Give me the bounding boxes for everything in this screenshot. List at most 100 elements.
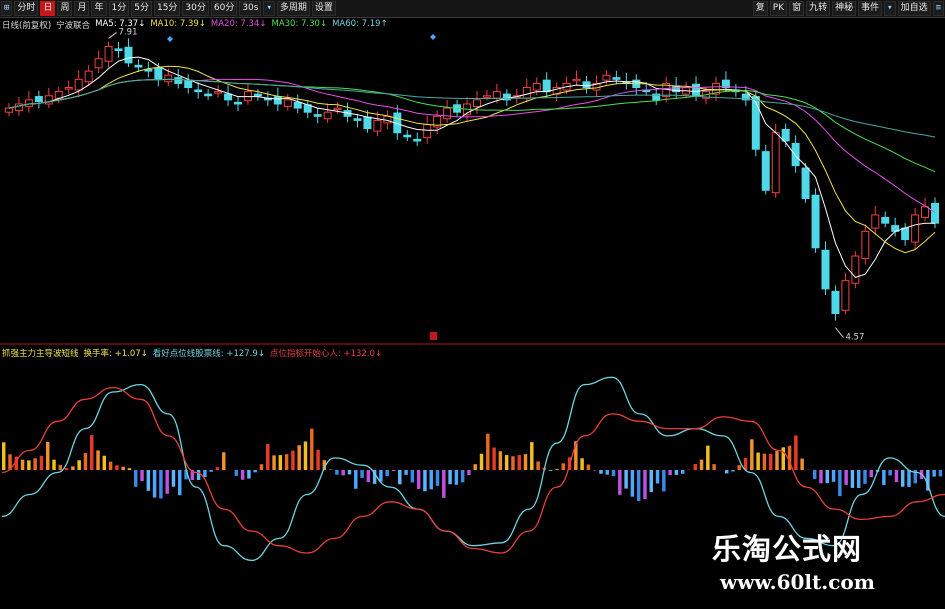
histogram-bar xyxy=(630,470,635,497)
histogram-bar xyxy=(467,470,471,476)
fu-button[interactable]: 复 xyxy=(752,1,768,16)
histogram-bar xyxy=(115,465,119,470)
1m-button[interactable]: 1分 xyxy=(108,1,130,16)
histogram-bar xyxy=(693,463,697,470)
histogram-bar xyxy=(643,470,647,500)
histogram-bar xyxy=(171,470,176,487)
histogram-bar xyxy=(624,470,628,489)
histogram-bar xyxy=(178,470,182,496)
candle-body xyxy=(492,91,501,99)
30m-button[interactable]: 30分 xyxy=(182,1,209,16)
histogram-bar xyxy=(794,435,798,470)
candle-body xyxy=(313,114,322,117)
candle-body xyxy=(751,96,760,150)
histogram-bar xyxy=(536,461,540,470)
histogram-bar xyxy=(882,470,886,486)
histogram-bar xyxy=(379,470,383,482)
candle-body xyxy=(841,280,850,311)
histogram-bar xyxy=(240,470,245,480)
more-button[interactable]: ≡ xyxy=(932,1,944,16)
ma60-line xyxy=(8,78,936,138)
fenshi-button[interactable]: 分时 xyxy=(14,1,39,16)
histogram-bar xyxy=(429,470,433,490)
pk-button[interactable]: PK xyxy=(769,1,788,16)
histogram-bar xyxy=(655,470,660,484)
candle-body xyxy=(901,227,910,241)
histogram-bar xyxy=(310,428,314,470)
candle-body xyxy=(791,142,800,167)
candle-body xyxy=(34,96,43,103)
candle-body xyxy=(363,116,372,130)
candle-body xyxy=(811,194,820,249)
histogram-bar xyxy=(530,442,534,470)
candle-body xyxy=(283,99,292,107)
year-button[interactable]: 年 xyxy=(91,1,107,16)
lock-button[interactable]: 窗 xyxy=(789,1,805,16)
60m-button[interactable]: 60分 xyxy=(210,1,238,16)
histogram-bar xyxy=(303,441,308,470)
histogram-bar xyxy=(27,460,31,470)
histogram-bar xyxy=(423,470,427,492)
day-button[interactable]: 日 xyxy=(40,1,56,16)
low-price-label: 4.57 xyxy=(845,333,864,343)
histogram-bar xyxy=(52,459,56,470)
histogram-bar xyxy=(90,435,94,470)
histogram-bar xyxy=(454,470,459,485)
candlestick-chart[interactable]: 7.91 4.57 xyxy=(0,18,945,345)
histogram-bar xyxy=(580,458,584,470)
candle-body xyxy=(911,214,920,243)
histogram-bar xyxy=(706,445,710,470)
trading-window: ⊞ 分时日周月年 1分 5分 15分 30分 60分 30s ▾ 多周期 设置 复 PK 窗九转 神秘 事件… xyxy=(0,0,945,609)
histogram-bar xyxy=(20,459,25,470)
histogram-bar xyxy=(548,470,553,471)
15m-button[interactable]: 15分 xyxy=(153,1,181,16)
candle-body xyxy=(104,45,113,62)
settings-button[interactable]: 设置 xyxy=(311,1,336,16)
shenbo-button[interactable]: 神秘 xyxy=(832,1,857,16)
histogram-bar xyxy=(266,443,270,470)
candle-body xyxy=(154,67,163,80)
histogram-bar xyxy=(385,470,389,477)
nine-button[interactable]: 九转 xyxy=(806,1,831,16)
multi-button[interactable]: 多周期 xyxy=(276,1,310,16)
candle-body xyxy=(323,111,332,120)
histogram-bar xyxy=(674,470,679,475)
histogram-bar xyxy=(196,470,201,481)
histogram-bar xyxy=(39,455,44,470)
dropdown-button[interactable]: ▾ xyxy=(263,1,275,16)
histogram-bar xyxy=(586,464,591,470)
week-button[interactable]: 周 xyxy=(57,1,73,16)
candle-body xyxy=(114,48,123,52)
histogram-bar xyxy=(391,470,396,472)
histogram-bar xyxy=(699,459,704,470)
histogram-bar xyxy=(404,470,408,475)
candle-body xyxy=(861,230,870,259)
histogram-bar xyxy=(64,468,69,470)
30s-button[interactable]: 30s xyxy=(239,1,262,16)
5m-button[interactable]: 5分 xyxy=(131,1,152,16)
tool-buttons: 复 PK 窗九转 神秘 事件 ▾ 加自选 ≡ xyxy=(752,0,945,17)
histogram-bar xyxy=(203,470,207,478)
histogram-bar xyxy=(618,470,622,495)
histogram-bar xyxy=(360,470,364,478)
histogram-bar xyxy=(247,470,251,479)
grid-button[interactable]: ⊞ xyxy=(1,1,13,16)
candle-body xyxy=(293,101,302,109)
candle-body xyxy=(821,249,830,290)
marker-icon xyxy=(430,332,437,340)
candle-body xyxy=(164,74,173,83)
month-button[interactable]: 月 xyxy=(74,1,90,16)
candle-body xyxy=(184,79,193,89)
histogram-bar xyxy=(442,470,446,498)
event-dd-button[interactable]: ▾ xyxy=(884,1,896,16)
histogram-bar xyxy=(649,470,653,493)
zixuan-button[interactable]: 加自选 xyxy=(897,1,931,16)
histogram-bar xyxy=(680,470,685,474)
histogram-bars xyxy=(2,428,943,501)
histogram-bar xyxy=(127,468,132,470)
candle-body xyxy=(881,216,890,224)
event-button[interactable]: 事件 xyxy=(858,1,883,16)
histogram-bar xyxy=(140,470,144,482)
candle-body xyxy=(801,167,810,199)
histogram-bar xyxy=(756,452,760,470)
